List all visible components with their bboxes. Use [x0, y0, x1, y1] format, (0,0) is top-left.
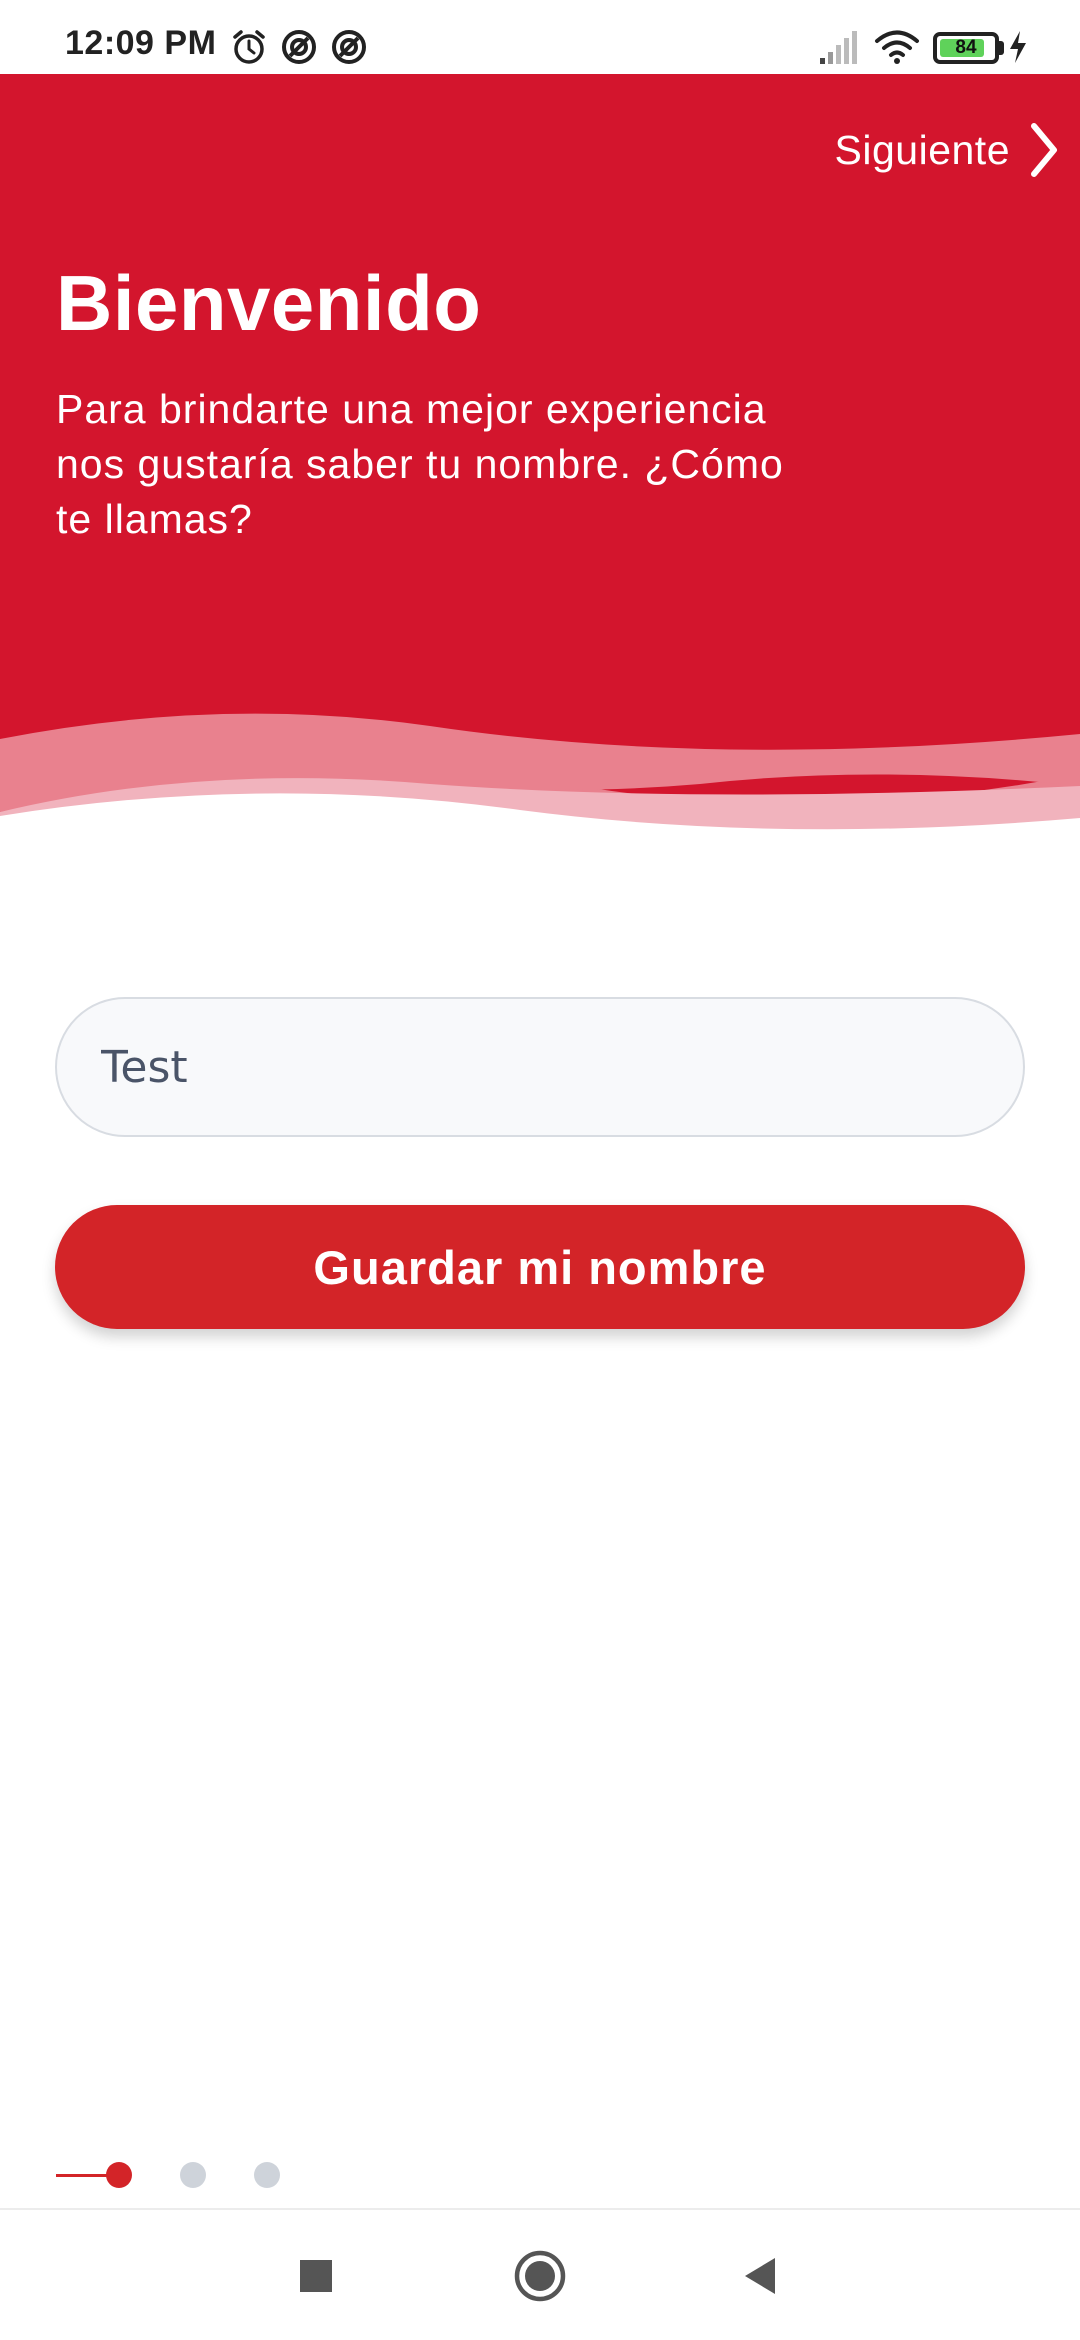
next-button[interactable]: Siguiente: [835, 122, 1060, 178]
recents-button[interactable]: [250, 2210, 382, 2340]
page-title: Bienvenido: [56, 259, 482, 347]
battery-cap: [999, 41, 1004, 55]
page-indicator: [0, 2160, 1080, 2190]
home-icon: [514, 2250, 566, 2302]
alarm-icon: [233, 30, 265, 64]
navigation-bar: [0, 2208, 1080, 2340]
recents-icon: [300, 2260, 332, 2292]
charging-icon: [1010, 31, 1026, 63]
next-label: Siguiente: [834, 126, 1010, 173]
battery-level: 84: [955, 37, 977, 58]
data-saver-icon: [282, 30, 316, 64]
back-button[interactable]: [694, 2210, 826, 2340]
status-bar: 12:09 PM 84: [0, 0, 1080, 74]
welcome-header: Siguiente Bienvenido Para brindarte una …: [0, 74, 1080, 834]
wifi-icon: [875, 30, 919, 64]
back-icon: [745, 2258, 775, 2294]
save-name-button[interactable]: Guardar mi nombre: [55, 1205, 1025, 1329]
page-dot-active: [106, 2162, 132, 2188]
page-indicator-line: [56, 2174, 108, 2177]
home-button[interactable]: [474, 2210, 606, 2340]
battery-icon: 84: [933, 32, 999, 64]
data-saver-icon: [332, 30, 366, 64]
page-dot: [254, 2162, 280, 2188]
name-input[interactable]: [55, 997, 1025, 1137]
page-dot: [180, 2162, 206, 2188]
page-subtitle: Para brindarte una mejor experiencia nos…: [56, 386, 784, 542]
chevron-right-icon: [1031, 123, 1057, 177]
signal-icon: [820, 31, 857, 64]
status-time: 12:09 PM: [65, 24, 217, 62]
